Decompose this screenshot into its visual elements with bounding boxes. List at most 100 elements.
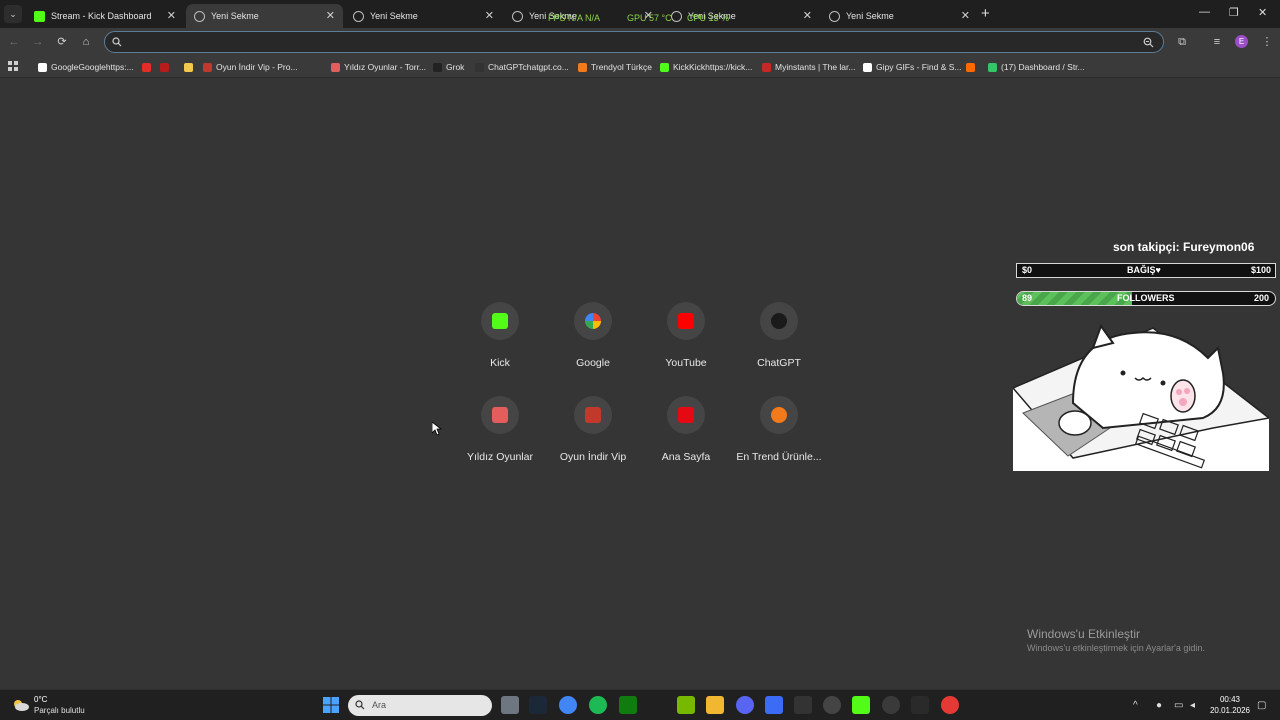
bookmark-favicon-icon	[184, 62, 193, 72]
shortcut-label: Google	[576, 357, 610, 369]
kick-icon	[481, 302, 519, 340]
bookmark-favicon-icon	[331, 62, 340, 72]
microphone-icon[interactable]: ●	[1156, 700, 1162, 711]
bookmark-item[interactable]	[184, 60, 197, 74]
xbox-icon[interactable]	[619, 696, 637, 714]
close-icon[interactable]: ✕	[167, 9, 176, 22]
globe-icon	[353, 10, 364, 22]
tab-kick-dashboard[interactable]: Stream - Kick Dashboard ✕	[26, 4, 184, 28]
restore-button[interactable]: ❐	[1229, 6, 1239, 19]
discord-icon[interactable]	[736, 696, 754, 714]
speaker-icon[interactable]: ◂	[1190, 700, 1195, 711]
bookmark-label: (17) Dashboard / Str...	[1001, 62, 1085, 72]
weather-temp: 0°C	[34, 695, 48, 704]
media-control-icon[interactable]: ≡	[1210, 35, 1224, 49]
epic-icon[interactable]	[794, 696, 812, 714]
network-icon[interactable]: ▭	[1174, 700, 1183, 711]
store-icon[interactable]	[765, 696, 783, 714]
shortcut-tile[interactable]: Ana Sayfa	[640, 396, 732, 476]
bookmark-item[interactable]: Gipy GIFs - Find & S...	[863, 60, 962, 74]
shortcut-tile[interactable]: Kick	[454, 302, 546, 382]
zoom-icon[interactable]	[1143, 37, 1154, 48]
bookmark-item[interactable]: KickKickhttps://kick...	[660, 60, 752, 74]
followers-progress-fill	[1017, 292, 1132, 305]
bookmark-item[interactable]: Myinstants | The lar...	[762, 60, 855, 74]
tab-strip: ⌄ Stream - Kick Dashboard ✕ Yeni Sekme ✕…	[0, 0, 1280, 28]
shortcut-tile[interactable]: Google	[547, 302, 639, 382]
notification-icon[interactable]: ▢	[1257, 700, 1266, 711]
home-button[interactable]: ⌂	[78, 34, 94, 50]
tab-new[interactable]: Yeni Sekme ✕	[821, 4, 978, 28]
settings-icon[interactable]	[882, 696, 900, 714]
search-icon	[355, 700, 365, 710]
kick-icon[interactable]	[852, 696, 870, 714]
chevron-up-icon[interactable]: ^	[1133, 700, 1138, 711]
apps-grid-icon[interactable]	[8, 61, 19, 72]
forward-button[interactable]: →	[30, 34, 46, 50]
bookmark-item[interactable]: Trendyol Türkçe	[578, 60, 652, 74]
chrome-icon[interactable]	[559, 696, 577, 714]
nvidia-icon[interactable]	[677, 696, 695, 714]
task-view-icon[interactable]	[501, 696, 519, 714]
shortcut-tile[interactable]: En Trend Ürünle...	[733, 396, 825, 476]
obs-icon[interactable]	[823, 696, 841, 714]
close-icon[interactable]: ✕	[485, 9, 494, 22]
spotify-icon[interactable]	[589, 696, 607, 714]
tab-title: Yeni Sekme	[846, 11, 894, 21]
hud-fps: FPS N/A N/A	[548, 13, 601, 23]
tab-new-active[interactable]: Yeni Sekme ✕	[186, 4, 343, 28]
address-bar[interactable]	[104, 31, 1164, 53]
bookmark-item[interactable]	[142, 60, 155, 74]
trendyol-icon	[760, 396, 798, 434]
last-follower-text: son takipçi: Fureymon06	[1113, 240, 1255, 254]
taskbar-search[interactable]: Ara	[348, 695, 492, 716]
close-icon[interactable]: ✕	[961, 9, 970, 22]
menu-icon[interactable]: ⋮	[1260, 35, 1274, 49]
bookmark-item[interactable]: ChatGPTchatgpt.co...	[475, 60, 569, 74]
bookmark-label: Grok	[446, 62, 465, 72]
cloudy-icon	[14, 700, 29, 711]
steam-icon[interactable]	[529, 696, 547, 714]
file-explorer-icon[interactable]	[706, 696, 724, 714]
bookmark-item[interactable]	[160, 60, 173, 74]
activate-subtitle: Windows'u etkinleştirmek için Ayarlar'a …	[1027, 643, 1205, 653]
bookmark-item[interactable]	[966, 60, 979, 74]
yildiz-oyunlar-icon	[481, 396, 519, 434]
shortcut-tile[interactable]: Oyun İndir Vip	[547, 396, 639, 476]
taskbar-clock[interactable]: 00:43 20.01.2026	[1209, 694, 1251, 716]
shortcut-tile[interactable]: Yıldız Oyunlar	[454, 396, 546, 476]
shortcut-tile[interactable]: YouTube	[640, 302, 732, 382]
bookmark-item[interactable]: Oyun İndir Vip - Pro...	[203, 60, 298, 74]
new-tab-button[interactable]: +	[981, 5, 990, 22]
reload-button[interactable]: ⟳	[54, 34, 70, 50]
clock-time: 00:43	[1219, 695, 1241, 704]
tab-search-button[interactable]: ⌄	[4, 5, 22, 23]
minimize-button[interactable]: —	[1199, 6, 1210, 18]
shortcut-label: Kick	[490, 357, 510, 369]
weather-desc: Parçalı bulutlu	[34, 706, 85, 715]
netflix-icon	[667, 396, 705, 434]
bookmark-item[interactable]: GoogleGooglehttps:...	[38, 60, 134, 74]
bookmark-label: Yıldız Oyunlar - Torr...	[344, 62, 427, 72]
donation-max: $100	[1250, 265, 1271, 275]
address-input[interactable]	[129, 34, 1129, 50]
bookmark-favicon-icon	[660, 62, 669, 72]
youtube-icon	[667, 302, 705, 340]
bookmark-item[interactable]: (17) Dashboard / Str...	[988, 60, 1085, 74]
bookmark-favicon-icon	[38, 62, 47, 72]
back-button[interactable]: ←	[6, 34, 22, 50]
extensions-icon[interactable]: ⧉	[1175, 35, 1189, 49]
app-icon[interactable]	[911, 696, 929, 714]
close-window-button[interactable]: ✕	[1258, 6, 1267, 19]
taskbar-search-placeholder: Ara	[372, 700, 387, 710]
close-icon[interactable]: ✕	[326, 9, 335, 22]
shortcut-tile[interactable]: ChatGPT	[733, 302, 825, 382]
record-icon[interactable]	[941, 696, 959, 714]
bookmark-item[interactable]: Yıldız Oyunlar - Torr...	[331, 60, 426, 74]
weather-widget[interactable]: 0°C Parçalı bulutlu	[12, 695, 102, 717]
profile-avatar[interactable]: E	[1235, 35, 1248, 48]
tab-new[interactable]: Yeni Sekme ✕	[345, 4, 502, 28]
bookmark-item[interactable]: Grok	[433, 60, 464, 74]
close-icon[interactable]: ✕	[803, 9, 812, 22]
windows-start-icon[interactable]	[322, 696, 340, 714]
